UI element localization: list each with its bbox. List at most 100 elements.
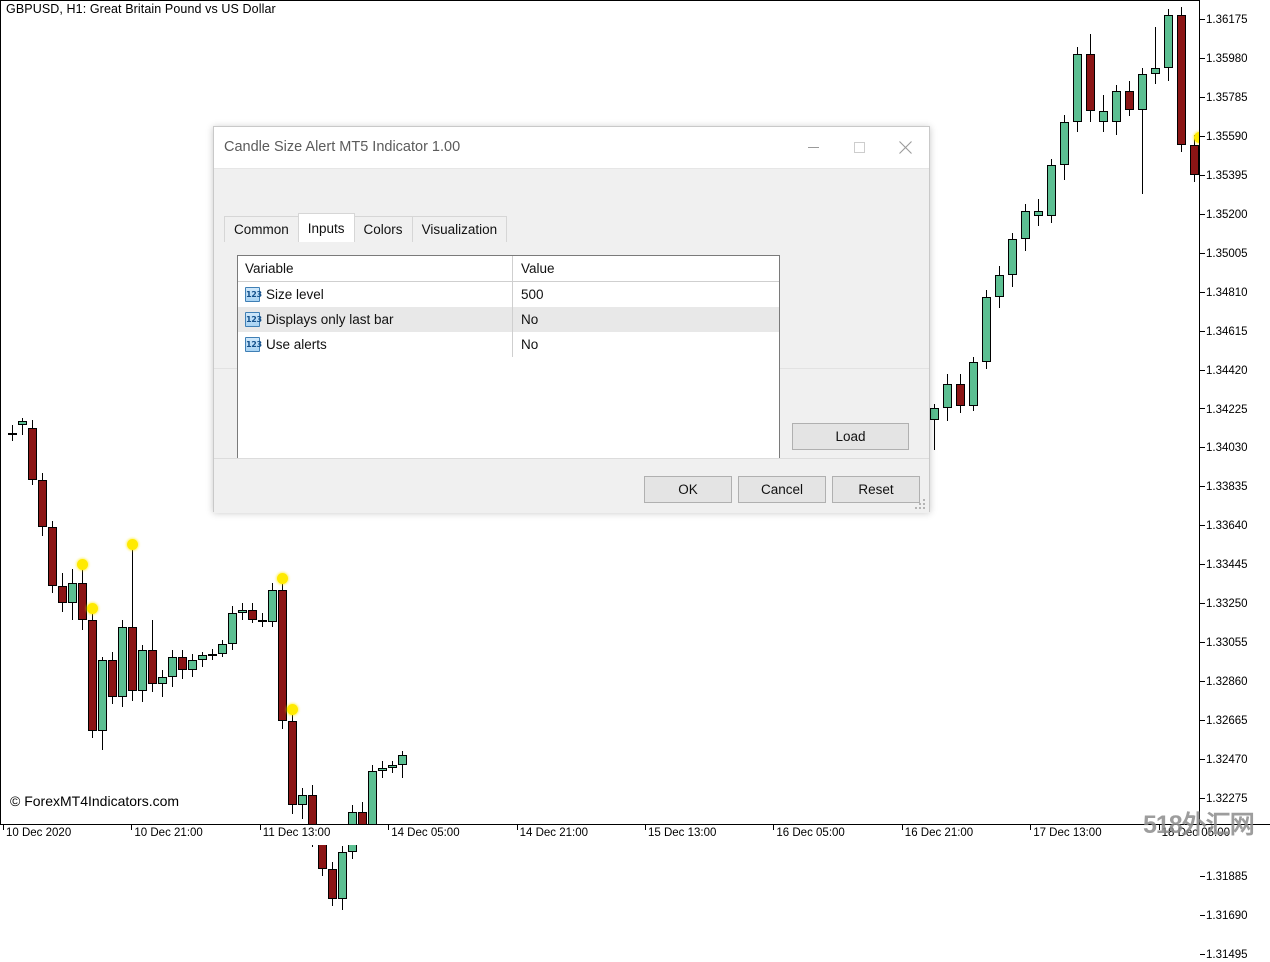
price-value: 1.35785: [1206, 92, 1248, 104]
ok-button[interactable]: OK: [644, 476, 732, 503]
time-axis[interactable]: 10 Dec 202010 Dec 21:0011 Dec 13:0014 De…: [0, 824, 1270, 845]
variable-label: Size level: [266, 287, 324, 302]
time-tick-mark: [131, 824, 132, 830]
variable-label: Use alerts: [266, 337, 327, 352]
load-button[interactable]: Load: [792, 423, 909, 450]
price-tick-label: 1.34030: [1200, 441, 1248, 455]
tick-mark: [1200, 136, 1205, 137]
time-tick-mark: [3, 824, 4, 830]
minimize-button[interactable]: [790, 127, 836, 167]
tick-mark: [1200, 954, 1205, 955]
candle-body: [258, 620, 267, 622]
time-tick-label: 14 Dec 05:00: [391, 827, 459, 839]
candle-body: [48, 527, 57, 586]
candle-size-alert-dot: [87, 603, 98, 614]
price-value: 1.32860: [1206, 676, 1248, 688]
candle-body: [238, 610, 247, 613]
maximize-icon: [853, 141, 866, 154]
minimize-icon: [807, 141, 820, 154]
table-header-row: Variable Value: [238, 256, 779, 282]
candle-body: [1151, 68, 1160, 75]
price-value: 1.32665: [1206, 715, 1248, 727]
tab-colors[interactable]: Colors: [354, 216, 413, 242]
chart-top-border: [0, 0, 1200, 1]
time-tick-mark: [388, 824, 389, 830]
price-value: 1.33055: [1206, 637, 1248, 649]
dialog-title: Candle Size Alert MT5 Indicator 1.00: [224, 139, 460, 155]
time-tick-label: 10 Dec 21:00: [134, 827, 202, 839]
candle-body: [88, 620, 97, 731]
candle-body: [1099, 111, 1108, 121]
candle-body: [38, 480, 47, 527]
tick-mark: [1200, 759, 1205, 760]
table-row[interactable]: 123Size level500: [238, 282, 779, 307]
tab-inputs[interactable]: Inputs: [298, 213, 355, 242]
tab-visualization[interactable]: Visualization: [412, 216, 508, 242]
table-row[interactable]: 123Displays only last barNo: [238, 307, 779, 332]
candle-body: [956, 384, 965, 406]
time-tick-label: 14 Dec 21:00: [520, 827, 588, 839]
candle-body: [118, 627, 127, 698]
reset-button[interactable]: Reset: [832, 476, 920, 503]
grip-dot: [919, 503, 921, 505]
price-value: 1.34225: [1206, 404, 1248, 416]
column-header-value: Value: [513, 256, 779, 281]
cancel-button[interactable]: Cancel: [738, 476, 826, 503]
candle-body: [1086, 54, 1095, 111]
candle-size-alert-dot: [127, 539, 138, 550]
candle-body: [228, 613, 237, 643]
candle-body: [268, 590, 277, 622]
price-tick-label: 1.33835: [1200, 480, 1248, 494]
candle-body: [78, 583, 87, 620]
tab-common[interactable]: Common: [224, 216, 299, 242]
candle-body: [28, 428, 37, 480]
price-value: 1.35005: [1206, 248, 1248, 260]
number-variable-icon: 123: [245, 312, 260, 327]
value-cell[interactable]: No: [513, 307, 779, 332]
tick-mark: [1200, 370, 1205, 371]
candle-body: [943, 384, 952, 408]
price-tick-label: 1.35005: [1200, 247, 1248, 261]
candle-body: [388, 765, 397, 768]
price-tick-label: 1.34810: [1200, 286, 1248, 300]
maximize-button[interactable]: [836, 127, 882, 167]
inputs-table[interactable]: Variable Value 123 Size level 500123Displa…: [237, 255, 780, 488]
grip-dot: [915, 507, 917, 509]
price-axis[interactable]: 1.361751.359801.357851.355901.353951.352…: [1200, 0, 1270, 824]
candle-body: [1190, 145, 1199, 175]
time-tick-mark: [773, 824, 774, 830]
candle-body: [328, 869, 337, 899]
time-tick-label: 17 Dec 13:00: [1033, 827, 1101, 839]
tick-mark: [1200, 214, 1205, 215]
value-cell[interactable]: 500: [513, 282, 779, 307]
close-button[interactable]: [882, 127, 928, 167]
price-value: 1.35200: [1206, 209, 1248, 221]
price-tick-label: 1.34420: [1200, 364, 1248, 378]
tick-mark: [1200, 681, 1205, 682]
resize-grip[interactable]: [915, 499, 926, 510]
chart-left-border: [0, 0, 1, 824]
candle-body: [208, 654, 217, 656]
candle-body: [1060, 122, 1069, 166]
price-value: 1.33250: [1206, 598, 1248, 610]
candle-body: [278, 590, 287, 721]
candle-body: [58, 586, 67, 603]
number-variable-icon: 123: [245, 337, 260, 352]
table-row[interactable]: 123 Use alerts No: [238, 332, 779, 357]
dialog-titlebar[interactable]: Candle Size Alert MT5 Indicator 1.00: [214, 127, 929, 169]
value-cell[interactable]: No: [513, 332, 779, 357]
candle-body: [18, 421, 27, 424]
price-value: 1.34030: [1206, 442, 1248, 454]
price-value: 1.35590: [1206, 131, 1248, 143]
candle-size-alert-dot: [77, 559, 88, 570]
price-tick-label: 1.33055: [1200, 636, 1248, 650]
grip-dot: [923, 503, 925, 505]
tick-mark: [1200, 525, 1205, 526]
price-value: 1.36175: [1206, 14, 1248, 26]
candle-body: [158, 677, 167, 684]
price-tick-label: 1.32860: [1200, 675, 1248, 689]
price-value: 1.34420: [1206, 365, 1248, 377]
time-axis-line: [0, 824, 1270, 825]
candle-body: [178, 657, 187, 670]
candle-body: [338, 852, 347, 899]
